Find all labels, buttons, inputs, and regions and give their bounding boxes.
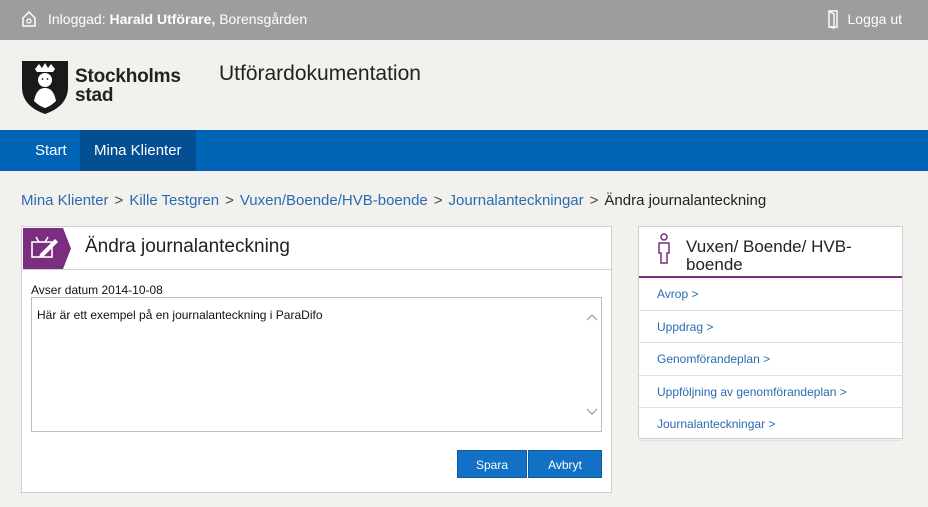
client-menu-panel: Vuxen/ Boende/ HVB- boende Avrop > Uppdr… — [638, 226, 903, 441]
save-button[interactable]: Spara — [457, 450, 527, 478]
logo-line-2: stad — [75, 85, 114, 106]
stockholm-crest-icon — [22, 61, 68, 114]
note-text: Här är ett exempel på en journalanteckni… — [37, 308, 323, 322]
app-title: Utförardokumentation — [219, 62, 421, 85]
note-textarea[interactable]: Här är ett exempel på en journalanteckni… — [31, 297, 602, 432]
link-uppfoljning[interactable]: Uppföljning av genomförandeplan > — [639, 376, 902, 408]
panel-title: Ändra journalanteckning — [85, 236, 290, 257]
logged-in-text: Inloggad: Harald Utförare, Borensgården — [48, 11, 307, 27]
logged-in-prefix: Inloggad: — [48, 11, 106, 27]
link-avrop[interactable]: Avrop > — [639, 278, 902, 311]
breadcrumb-separator: > — [225, 192, 234, 209]
breadcrumb-separator: > — [114, 192, 124, 209]
unit-name: Borensgården — [219, 11, 308, 27]
link-uppdrag[interactable]: Uppdrag > — [639, 311, 902, 343]
logout-button[interactable]: Logga ut — [826, 9, 903, 29]
breadcrumb-link-mina-klienter[interactable]: Mina Klienter — [21, 192, 109, 209]
breadcrumb-link-client[interactable]: Kille Testgren — [129, 192, 219, 209]
logout-label: Logga ut — [847, 11, 903, 27]
scroll-down-icon[interactable] — [586, 408, 598, 416]
logout-icon — [827, 10, 838, 29]
user-name: Harald Utförare, — [109, 11, 216, 27]
client-menu-title: Vuxen/ Boende/ HVB- boende — [686, 238, 852, 274]
client-menu-title-line-1: Vuxen/ Boende/ HVB- — [686, 237, 852, 256]
breadcrumb: Mina Klienter > Kille Testgren > Vuxen/Boend… — [21, 192, 766, 209]
breadcrumb-separator: > — [433, 192, 443, 209]
breadcrumb-separator: > — [589, 192, 599, 209]
logo-text: Stockholms stad — [75, 67, 181, 105]
breadcrumb-current: Ändra journalanteckning — [604, 192, 767, 209]
nav-item-start[interactable]: Start — [21, 130, 81, 171]
link-journalanteckningar[interactable]: Journalanteckningar > — [639, 408, 902, 441]
panel-header: Ändra journalanteckning — [22, 227, 611, 270]
breadcrumb-link-vuxen-boende[interactable]: Vuxen/Boende/HVB-boende — [240, 192, 428, 209]
nav-item-mina-klienter[interactable]: Mina Klienter — [80, 130, 196, 171]
client-menu-header: Vuxen/ Boende/ HVB- boende — [639, 227, 902, 278]
logo-line-1: Stockholms — [75, 66, 181, 87]
scroll-up-icon[interactable] — [586, 313, 598, 321]
top-bar: Inloggad: Harald Utförare, Borensgården … — [0, 0, 928, 40]
edit-note-panel: Ändra journalanteckning Avser datum 2014… — [21, 226, 612, 493]
client-menu-title-line-2: boende — [686, 255, 743, 274]
link-genomforandeplan[interactable]: Genomförandeplan > — [639, 343, 902, 376]
home-icon[interactable] — [20, 10, 38, 28]
person-icon — [658, 233, 670, 264]
breadcrumb-link-journalanteckningar[interactable]: Journalanteckningar — [449, 192, 584, 209]
main-nav: Start Mina Klienter — [0, 130, 928, 171]
edit-note-icon — [23, 228, 71, 269]
logo[interactable]: Stockholms stad — [20, 57, 181, 115]
cancel-button[interactable]: Avbryt — [528, 450, 602, 478]
header: Stockholms stad Utförardokumentation — [0, 40, 928, 130]
date-label: Avser datum 2014-10-08 — [31, 283, 163, 297]
